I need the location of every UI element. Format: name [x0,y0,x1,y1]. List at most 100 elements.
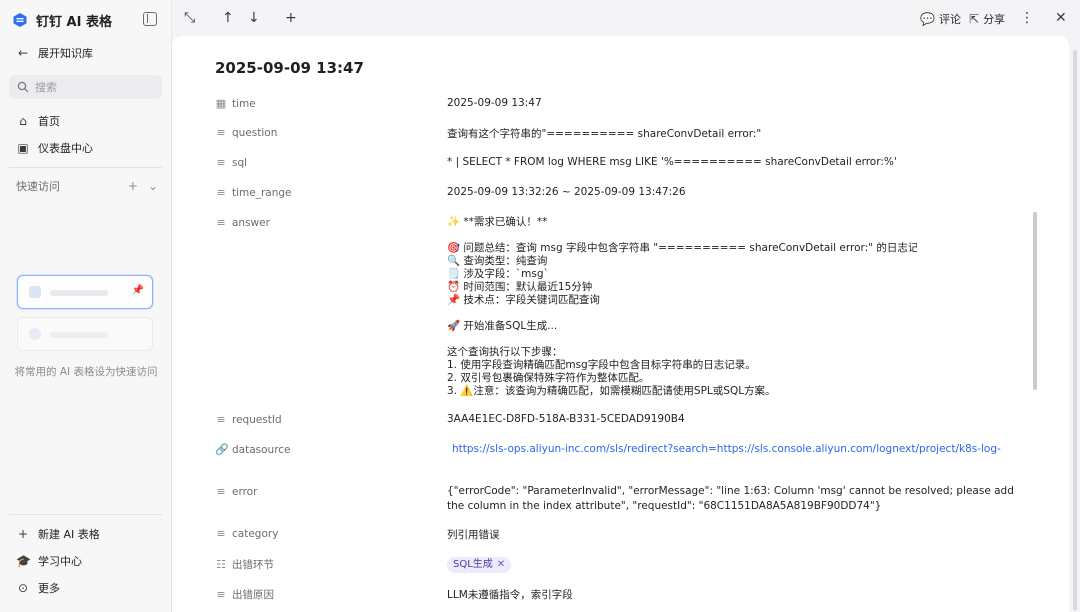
page-title: 2025-09-09 13:47 [215,59,364,77]
collapse-icon[interactable]: ⤡ [184,10,195,26]
brand[interactable]: 钉钉 AI 表格 [12,10,112,30]
field-value-sql[interactable]: * | SELECT * FROM log WHERE msg LIKE '%=… [447,156,897,168]
home-icon: ⌂ [19,114,27,128]
text-lines-icon: ≡ [216,126,226,139]
field-label-error-reason: ≡ 出错原因 [215,587,274,602]
sidebar: 钉钉 AI 表格 ← 展开知识库 搜索 ⌂ 首页 ▣ 仪表盘中心 快速访问 + … [0,0,172,612]
field-label-category: ≡ category [215,527,278,540]
field-label-datasource: 🔗 datasource [215,443,291,456]
add-icon[interactable]: + [285,10,297,26]
quick-access-hint: 将常用的 AI 表格设为快速访问 [14,366,158,378]
field-label-sql: ≡ sql [215,156,247,169]
answer-line: ✨ **需求已确认！** [447,216,548,228]
more-button[interactable]: ⊙ 更多 [16,580,60,596]
answer-scrollbar[interactable] [1033,212,1037,390]
field-value-category[interactable]: 列引用错误 [447,527,500,542]
quick-access-header: 快速访问 + ⌄ [16,178,158,194]
field-name: category [232,527,279,540]
search-placeholder: 搜索 [35,81,57,94]
comment-label: 评论 [938,13,961,26]
text-lines-icon: ≡ [216,588,226,601]
answer-line [447,333,917,346]
comment-button[interactable]: 💬 评论 [920,11,961,27]
tag-label: SQL生成 [453,559,493,570]
sidebar-item-label: 首页 [38,115,60,128]
close-icon[interactable]: ✕ [1055,10,1067,26]
field-value-error-reason[interactable]: LLM未遵循指令，索引字段 [447,587,573,602]
share-label: 分享 [983,13,1006,26]
sidebar-divider [9,167,162,168]
text-lines-icon: ≡ [216,216,226,229]
answer-line: 🚀 开始准备SQL生成... [447,320,558,332]
field-label-time-range: ≡ time_range [215,186,291,199]
dashboard-icon: ▣ [17,141,29,155]
link-icon: 🔗 [215,443,229,456]
text-lines-icon: ≡ [216,485,226,498]
field-value-answer[interactable]: ✨ **需求已确认！** 🎯 问题总结：查询 msg 字段中包含字符串 "===… [447,216,917,402]
share-button[interactable]: ⇱ 分享 [969,11,1005,27]
field-value-error[interactable]: {"errorCode": "ParameterInvalid", "error… [447,484,1032,514]
expand-knowledge-base-label: 展开知识库 [38,47,93,60]
answer-line: 📌 技术点：字段关键词匹配查询 [447,294,600,306]
checklist-icon: ☷ [216,558,226,571]
placeholder-bar [50,332,108,338]
panel-scrollbar[interactable] [1073,50,1077,610]
quick-access-placeholder-card: 📌 [17,275,153,309]
field-name: requestId [232,413,282,426]
sidebar-search-input[interactable]: 搜索 [9,75,162,99]
text-lines-icon: ≡ [216,156,226,169]
answer-line: 1. 使用字段查询精确匹配msg字段中包含目标字符串的日志记录。 [447,359,756,371]
collapse-sidebar-icon[interactable] [143,12,157,26]
text-lines-icon: ≡ [216,186,226,199]
graduation-cap-icon: 🎓 [16,554,31,568]
sidebar-item-label: 仪表盘中心 [38,142,93,155]
field-label-error-stage: ☷ 出错环节 [215,557,274,572]
answer-line: 🎯 问题总结：查询 msg 字段中包含字符串 "========== share… [447,242,917,254]
answer-line [447,307,917,320]
arrow-up-icon[interactable]: ↑ [222,10,234,26]
arrow-down-icon[interactable]: ↓ [248,10,260,26]
answer-line: 2. 双引号包裹确保特殊字符作为整体匹配。 [447,372,650,384]
field-value-question[interactable]: 查询有这个字符串的"========== shareConvDetail err… [447,126,761,141]
answer-line: 3. ⚠️注意：该查询为精确匹配，如需模糊匹配请使用SPL或SQL方案。 [447,385,776,397]
field-label-error: ≡ error [215,485,257,498]
field-label-request-id: ≡ requestId [215,413,282,426]
quick-access-label: 快速访问 [16,180,60,193]
placeholder-bar [50,290,108,296]
learning-center-button[interactable]: 🎓 学习中心 [16,553,82,569]
error-stage-tag[interactable]: SQL生成 ✕ [447,557,512,573]
sidebar-item-label: 更多 [38,582,60,595]
plus-icon[interactable]: + [128,179,138,193]
field-value-time[interactable]: 2025-09-09 13:47 [447,97,542,109]
sidebar-item-home[interactable]: ⌂ 首页 [16,113,60,129]
dingtalk-ai-table-logo-icon [13,13,27,27]
field-name: error [232,485,258,498]
field-name: question [232,126,278,139]
sidebar-divider [9,514,162,515]
field-name: datasource [232,443,291,456]
datasource-link[interactable]: https://sls-ops.aliyun-inc.com/sls/redir… [452,443,1001,455]
field-name: answer [232,216,270,229]
sidebar-item-label: 新建 AI 表格 [38,528,100,541]
answer-line: 这个查询执行以下步骤： [447,346,563,358]
field-value-request-id[interactable]: 3AA4E1EC-D8FD-518A-B331-5CEDAD9190B4 [447,413,685,425]
brand-title: 钉钉 AI 表格 [36,14,112,30]
pin-icon: 📌 [131,285,144,296]
more-vertical-icon[interactable]: ⋮ [1020,10,1034,26]
new-ai-table-button[interactable]: + 新建 AI 表格 [16,526,100,542]
expand-knowledge-base-button[interactable]: ← 展开知识库 [16,45,93,61]
close-icon[interactable]: ✕ [497,557,505,573]
plus-icon: + [17,527,29,541]
comment-icon: 💬 [920,12,935,26]
chevron-down-icon[interactable]: ⌄ [148,179,158,193]
text-lines-icon: ≡ [216,413,226,426]
placeholder-circle [29,328,41,340]
quick-access-placeholder-card [17,317,153,351]
field-value-time-range[interactable]: 2025-09-09 13:32:26 ~ 2025-09-09 13:47:2… [447,186,686,198]
sidebar-item-label: 学习中心 [38,555,82,568]
record-detail-panel: 2025-09-09 13:47 ▦ time 2025-09-09 13:47… [172,36,1069,612]
field-label-answer: ≡ answer [215,216,270,229]
table-icon [29,286,41,298]
field-label-question: ≡ question [215,126,277,139]
sidebar-item-dashboard[interactable]: ▣ 仪表盘中心 [16,140,93,156]
